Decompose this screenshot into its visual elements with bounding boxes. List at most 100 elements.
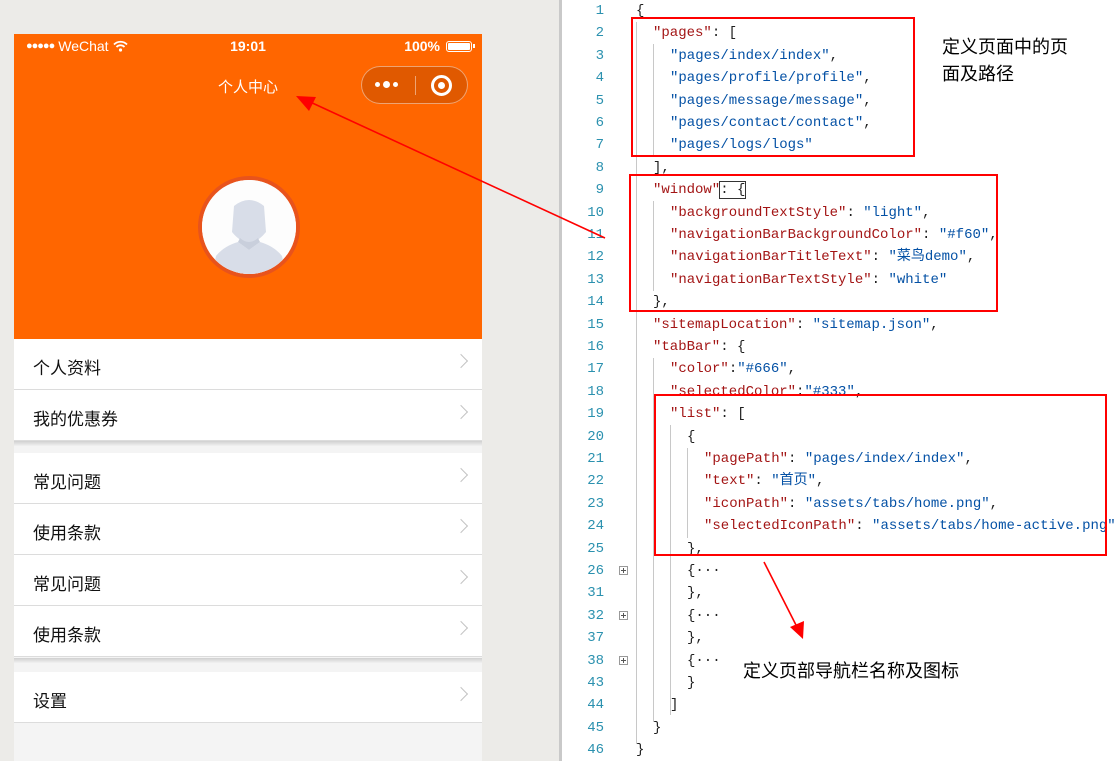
code-text: {··· (687, 560, 721, 582)
json-punctuation: {··· (687, 563, 721, 579)
line-number: 43 (587, 675, 604, 691)
close-miniprogram-icon[interactable] (431, 75, 452, 96)
line-number: 16 (587, 339, 604, 355)
code-text: "color":"#666", (670, 358, 796, 380)
json-punctuation: {··· (687, 607, 721, 624)
menu-group-help: 常见问题 使用条款 常见问题 使用条款 (14, 453, 482, 657)
menu-item-label: 个人资料 (33, 359, 101, 379)
line-number: 6 (595, 115, 604, 131)
line-number: 15 (587, 316, 604, 333)
line-number: 9 (595, 182, 604, 199)
window-highlight-box (629, 174, 998, 312)
code-text: } (687, 672, 695, 694)
code-line: 16 "tabBar": { (562, 336, 1120, 358)
line-number: 10 (587, 204, 604, 221)
line-number: 37 (587, 630, 604, 647)
expand-fold-icon[interactable] (619, 655, 628, 665)
line-number: 46 (587, 742, 604, 759)
code-line: 17 "color":"#666", (562, 358, 1120, 380)
line-number: 32 (587, 607, 604, 624)
tabbar-annotation: 定义页部导航栏名称及图标 (743, 661, 959, 682)
menu-capsule (361, 66, 468, 104)
line-number: 25 (587, 540, 604, 557)
line-number: 18 (587, 383, 604, 400)
json-punctuation: } (636, 742, 645, 759)
code-line: 32 {··· (562, 605, 1120, 627)
code-line: 46} (562, 739, 1120, 761)
chevron-right-icon (453, 518, 469, 534)
menu-group-settings: 设置 (14, 672, 482, 723)
pages-annotation: 定义页面中的页 面及路径 (942, 37, 1068, 85)
line-number: 20 (587, 428, 604, 445)
menu-item-profile[interactable]: 个人资料 (14, 339, 482, 390)
code-text: ] (670, 694, 678, 716)
json-key: "sitemapLocation" (653, 316, 796, 333)
code-line: 15 "sitemapLocation": "sitemap.json", (562, 314, 1120, 336)
code-line: 44] (562, 694, 1120, 716)
avatar[interactable] (198, 176, 300, 278)
menu-item-terms[interactable]: 使用条款 (14, 504, 482, 555)
line-number: 26 (587, 563, 604, 579)
code-text: "tabBar": { (653, 336, 745, 358)
menu-item-coupons[interactable]: 我的优惠券 (14, 390, 482, 441)
phone-simulator: ●●●●● WeChat 19:01 100% 个人中心 个人资料 我的优惠券 … (14, 34, 482, 761)
line-number: 8 (595, 159, 604, 176)
chevron-right-icon (453, 620, 469, 636)
code-line: 31}, (562, 582, 1120, 604)
battery-icon (446, 40, 475, 52)
line-number: 19 (587, 406, 604, 423)
code-text: {··· (687, 650, 721, 672)
pages-highlight-box (631, 17, 915, 157)
capsule-divider (415, 76, 416, 95)
line-number: 45 (587, 719, 604, 736)
line-number: 21 (587, 451, 604, 467)
json-punctuation: }, (687, 630, 704, 647)
json-punctuation: } (687, 675, 696, 691)
line-number: 38 (587, 652, 604, 669)
json-punctuation: , (787, 361, 797, 378)
json-punctuation: } (653, 719, 662, 736)
line-number: 23 (587, 495, 604, 512)
line-number: 7 (595, 137, 604, 154)
group-divider (14, 441, 482, 446)
line-number: 31 (587, 585, 604, 602)
line-number: 17 (587, 361, 604, 378)
line-number: 5 (595, 92, 604, 109)
profile-header (14, 112, 482, 339)
line-number: 14 (587, 294, 604, 311)
json-string: "#666" (737, 361, 788, 378)
json-punctuation: : (728, 361, 738, 378)
code-text: }, (687, 627, 704, 649)
line-number: 44 (587, 697, 604, 714)
chevron-right-icon (453, 467, 469, 483)
menu-item-terms[interactable]: 使用条款 (14, 606, 482, 657)
battery-percent: 100% (404, 38, 440, 54)
expand-fold-icon[interactable] (619, 610, 628, 620)
json-key: "tabBar" (653, 339, 721, 355)
menu-item-label: 使用条款 (33, 524, 101, 544)
line-number: 12 (587, 249, 604, 266)
line-number: 11 (587, 227, 604, 243)
menu-item-label: 使用条款 (33, 626, 101, 646)
json-punctuation: ] (670, 697, 679, 714)
default-user-icon (202, 180, 296, 274)
code-text: }, (687, 582, 704, 604)
navigation-bar: 个人中心 (14, 58, 482, 112)
line-number: 4 (595, 70, 604, 87)
menu-item-label: 设置 (33, 692, 67, 712)
code-line: 45} (562, 717, 1120, 739)
code-text: } (636, 739, 644, 761)
menu-item-settings[interactable]: 设置 (14, 672, 482, 723)
chevron-right-icon (453, 686, 469, 702)
json-punctuation: : (795, 316, 813, 333)
chevron-right-icon (453, 569, 469, 585)
menu-item-faq[interactable]: 常见问题 (14, 453, 482, 504)
code-text: "sitemapLocation": "sitemap.json", (653, 314, 939, 336)
chevron-right-icon (453, 353, 469, 369)
json-string: "sitemap.json" (812, 316, 931, 333)
expand-fold-icon[interactable] (619, 566, 628, 575)
json-punctuation: }, (687, 585, 704, 602)
more-options-icon[interactable] (375, 81, 398, 88)
group-divider (14, 658, 482, 663)
menu-item-faq[interactable]: 常见问题 (14, 555, 482, 606)
